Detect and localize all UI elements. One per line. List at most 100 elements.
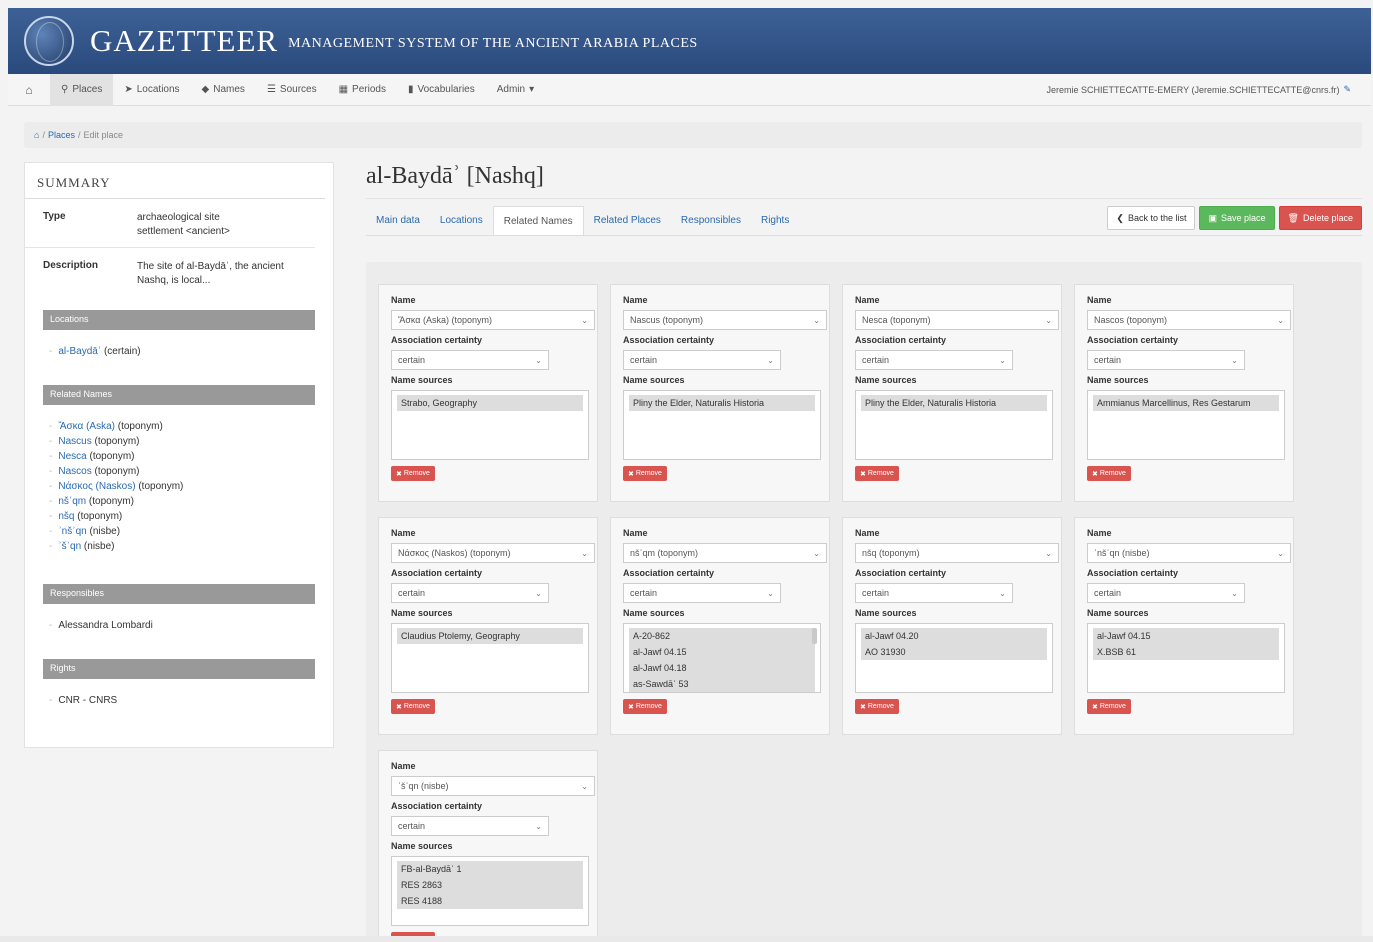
chevron-down-icon: ⌄ [535,588,542,598]
source-option[interactable]: al-Jawf 04.15 [1093,628,1279,644]
trash-icon: ✖ [1092,703,1098,711]
related-name-link[interactable]: ʾnšʾqn [58,526,86,537]
globe-logo-icon[interactable] [24,16,74,66]
source-option[interactable]: FB-al-Baydāʾ 1 [397,861,583,877]
remove-button[interactable]: ✖Remove [623,699,667,714]
name-select[interactable]: Nascos (toponym) ⌄ [1087,310,1291,330]
brand-tagline: MANAGEMENT SYSTEM OF THE ANCIENT ARABIA … [288,36,698,51]
sources-multiselect[interactable]: A-20-862 al-Jawf 04.15 al-Jawf 04.18 as-Saw… [623,623,821,693]
sources-multiselect[interactable]: Strabo, Geography [391,390,589,460]
name-select[interactable]: Νάσκος (Naskos) (toponym) ⌄ [391,543,595,563]
source-option[interactable]: Pliny the Elder, Naturalis Historia [861,395,1047,411]
nav-names[interactable]: ◆ Names [191,74,256,106]
nav-admin-dropdown[interactable]: Admin ▾ [486,74,545,106]
certainty-select-value: certain [398,588,426,598]
source-option[interactable]: Pliny the Elder, Naturalis Historia [629,395,815,411]
tab-responsibles[interactable]: Responsibles [671,206,751,236]
sources-multiselect[interactable]: al-Jawf 04.20 AO 31930 [855,623,1053,693]
related-name-link[interactable]: Ἄσκα (Aska) [58,421,115,432]
remove-button[interactable]: ✖Remove [855,699,899,714]
tab-locations[interactable]: Locations [430,206,493,236]
back-label: Back to the list [1127,213,1187,223]
name-select[interactable]: nšʾqm (toponym) ⌄ [623,543,827,563]
delete-place-button[interactable]: 🗑 Delete place [1278,206,1362,230]
nav-periods[interactable]: ▦ Periods [328,74,397,106]
source-option[interactable]: Ammianus Marcellinus, Res Gestarum [1093,395,1279,411]
certainty-select[interactable]: certain ⌄ [623,583,781,603]
nav-vocabularies-label: Vocabularies [417,84,475,95]
source-option[interactable]: Claudius Ptolemy, Geography [397,628,583,644]
sources-multiselect[interactable]: Pliny the Elder, Naturalis Historia [855,390,1053,460]
source-option[interactable]: as-Sawdāʾ 53 [629,676,815,692]
save-place-button[interactable]: ▣ Save place [1199,206,1275,230]
list-item: nšq (toponym) [49,509,333,524]
tab-main-data[interactable]: Main data [366,206,430,236]
source-option[interactable]: X.BSB 61 [1093,644,1279,660]
source-option[interactable]: RES 4188 [397,893,583,909]
certainty-select[interactable]: certain ⌄ [1087,350,1245,370]
certainty-label: Association certainty [391,568,483,578]
source-option[interactable]: al-Jawf 04.20 [861,628,1047,644]
name-select[interactable]: nšq (toponym) ⌄ [855,543,1059,563]
sources-multiselect[interactable]: FB-al-Baydāʾ 1 RES 2863 RES 4188 [391,856,589,926]
related-name-link[interactable]: Nascos [58,466,91,477]
location-link[interactable]: al-Baydāʾ [58,346,101,357]
breadcrumb-places[interactable]: Places [48,130,75,140]
source-option[interactable]: RES 2863 [397,877,583,893]
sources-label: Name sources [391,841,453,851]
source-option[interactable]: AO 31930 [861,644,1047,660]
remove-button[interactable]: ✖Remove [1087,466,1131,481]
remove-button[interactable]: ✖Remove [391,699,435,714]
sources-multiselect[interactable]: Ammianus Marcellinus, Res Gestarum [1087,390,1285,460]
nav-locations[interactable]: ➤ Locations [113,74,190,106]
home-button[interactable]: ⌂ [8,74,50,106]
certainty-select[interactable]: certain ⌄ [391,350,549,370]
certainty-select[interactable]: certain ⌄ [855,350,1013,370]
related-name-kind: (toponym) [77,511,123,522]
user-menu[interactable]: Jeremie SCHIETTECATTE-EMERY (Jeremie.SCH… [1035,74,1371,106]
related-name-link[interactable]: ʾšʾqn [58,541,81,552]
certainty-select[interactable]: certain ⌄ [391,816,549,836]
description-value: The site of al-Baydāʾ, the ancient Nashq… [137,261,284,286]
name-select[interactable]: Ἄσκα (Aska) (toponym) ⌄ [391,310,595,330]
certainty-select[interactable]: certain ⌄ [855,583,1013,603]
certainty-select[interactable]: certain ⌄ [1087,583,1245,603]
related-name-link[interactable]: nšq [58,511,74,522]
related-name-link[interactable]: Nesca [58,451,86,462]
certainty-select[interactable]: certain ⌄ [623,350,781,370]
chevron-down-icon: ⌄ [581,315,588,325]
back-to-list-button[interactable]: ❮ Back to the list [1107,206,1196,230]
related-name-link[interactable]: Nascus [58,436,91,447]
remove-label: Remove [867,470,894,477]
sources-scrollbar[interactable] [812,628,817,644]
remove-button[interactable]: ✖Remove [391,466,435,481]
name-select[interactable]: Nesca (toponym) ⌄ [855,310,1059,330]
list-item: ʾnšʾqn (nisbe) [49,524,333,539]
nav-vocabularies[interactable]: ▮ Vocabularies [397,74,486,106]
remove-button[interactable]: ✖Remove [623,466,667,481]
nav-sources[interactable]: ☰ Sources [256,74,328,106]
source-option[interactable]: al-Jawf 04.15 [629,644,815,660]
brand-title[interactable]: GAZETTEER [90,23,278,59]
name-select[interactable]: Nascus (toponym) ⌄ [623,310,827,330]
related-name-link[interactable]: Νάσκος (Naskos) [58,481,135,492]
related-name-link[interactable]: nšʾqm [58,496,86,507]
sources-multiselect[interactable]: Claudius Ptolemy, Geography [391,623,589,693]
sources-multiselect[interactable]: Pliny the Elder, Naturalis Historia [623,390,821,460]
sources-multiselect[interactable]: al-Jawf 04.15 X.BSB 61 [1087,623,1285,693]
nav-places[interactable]: ⚲ Places [50,73,114,106]
breadcrumb-home-icon[interactable]: ⌂ [34,130,39,140]
certainty-select[interactable]: certain ⌄ [391,583,549,603]
remove-button[interactable]: ✖Remove [1087,699,1131,714]
source-option[interactable]: al-Jawf 04.18 [629,660,815,676]
source-option[interactable]: A-20-862 [629,628,815,644]
tab-rights[interactable]: Rights [751,206,799,236]
chevron-down-icon: ⌄ [1045,315,1052,325]
remove-button[interactable]: ✖Remove [855,466,899,481]
name-select[interactable]: ʾšʾqn (nisbe) ⌄ [391,776,595,796]
name-select[interactable]: ʾnšʾqn (nisbe) ⌄ [1087,543,1291,563]
name-label: Name [1087,528,1112,538]
tab-related-names[interactable]: Related Names [492,206,584,236]
tab-related-places[interactable]: Related Places [584,206,671,236]
source-option[interactable]: Strabo, Geography [397,395,583,411]
